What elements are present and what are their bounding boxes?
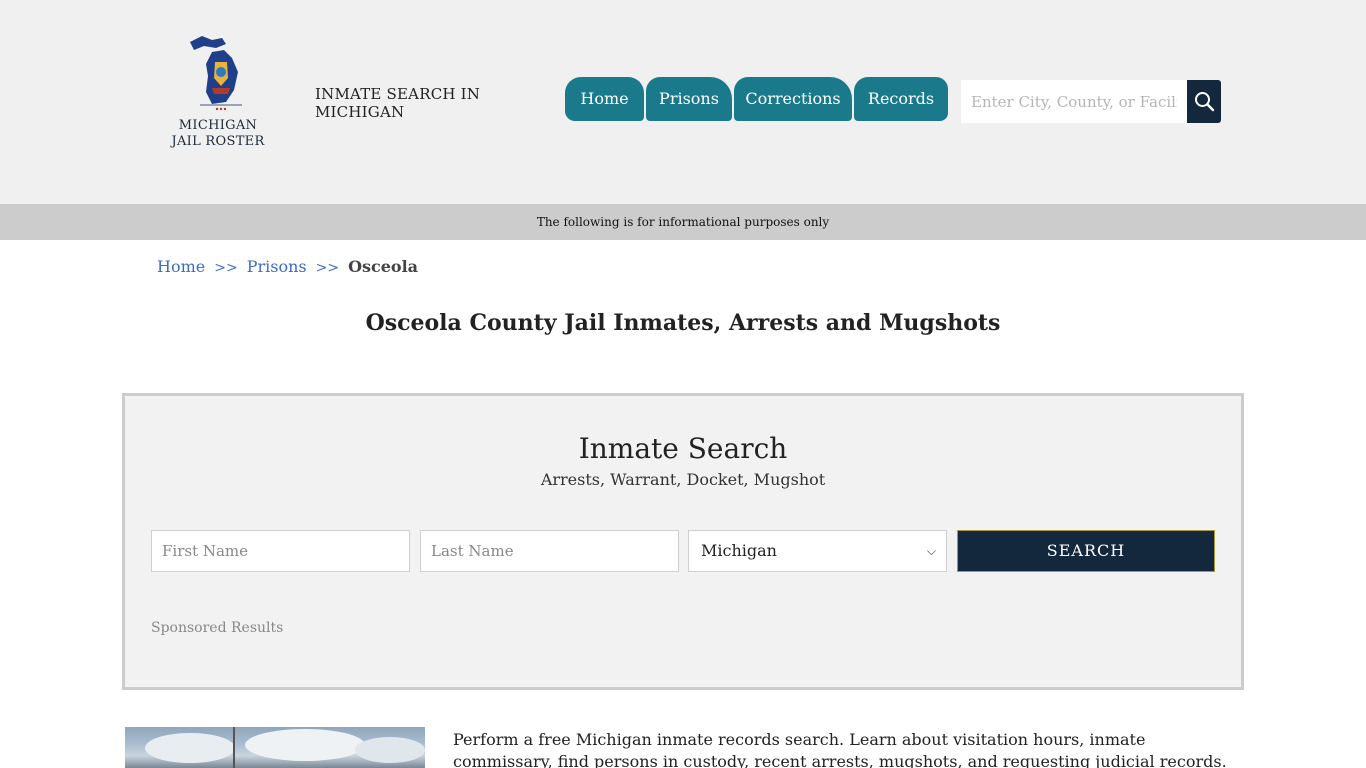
- photo-cloud: [245, 729, 365, 761]
- logo-line-2: JAIL ROSTER: [171, 134, 265, 149]
- site-title: INMATE SEARCH IN MICHIGAN: [315, 85, 480, 121]
- breadcrumb-prisons[interactable]: Prisons: [247, 257, 307, 276]
- photo-cloud: [145, 733, 235, 763]
- facility-photo: [125, 727, 425, 768]
- breadcrumb-current: Osceola: [348, 257, 419, 276]
- photo-cloud: [355, 737, 425, 763]
- nav-home[interactable]: Home: [565, 77, 644, 121]
- facility-search-button[interactable]: [1187, 80, 1221, 123]
- michigan-map-icon: [190, 36, 242, 111]
- facility-search-input[interactable]: [961, 80, 1187, 123]
- page-title: Osceola County Jail Inmates, Arrests and…: [365, 310, 1001, 336]
- last-name-input[interactable]: [420, 530, 679, 572]
- site-title-line-2: MICHIGAN: [315, 103, 405, 121]
- info-bar: The following is for informational purpo…: [0, 204, 1366, 240]
- breadcrumb-separator: >>: [315, 260, 340, 276]
- site-title-line-1: INMATE SEARCH IN: [315, 85, 481, 103]
- inmate-search-title: Inmate Search: [578, 432, 788, 465]
- first-name-input[interactable]: [151, 530, 410, 572]
- state-select-value: Michigan: [701, 541, 777, 560]
- inmate-search-panel: Inmate Search Arrests, Warrant, Docket, …: [122, 393, 1244, 690]
- breadcrumb: Home >> Prisons >> Osceola: [157, 257, 418, 278]
- nav-prisons[interactable]: Prisons: [646, 77, 732, 121]
- inmate-search-button[interactable]: SEARCH: [957, 530, 1215, 572]
- intro-paragraph: Perform a free Michigan inmate records s…: [453, 730, 1227, 768]
- nav-records[interactable]: Records: [854, 77, 948, 121]
- site-header: MICHIGAN JAIL ROSTER INMATE SEARCH IN MI…: [0, 0, 1366, 204]
- breadcrumb-home[interactable]: Home: [157, 257, 205, 276]
- inmate-search-subtitle: Arrests, Warrant, Docket, Mugshot: [540, 470, 826, 489]
- site-logo[interactable]: MICHIGAN JAIL ROSTER: [168, 32, 268, 156]
- search-icon: [1195, 92, 1215, 112]
- state-select[interactable]: Michigan ⌵: [688, 530, 947, 572]
- breadcrumb-separator: >>: [214, 260, 238, 276]
- chevron-down-icon: ⌵: [926, 544, 936, 558]
- logo-line-1: MICHIGAN: [178, 118, 258, 133]
- sponsored-results-label: Sponsored Results: [151, 620, 284, 636]
- logo-text: MICHIGAN JAIL ROSTER: [168, 118, 268, 150]
- photo-pole: [233, 727, 235, 768]
- nav-corrections[interactable]: Corrections: [734, 77, 852, 121]
